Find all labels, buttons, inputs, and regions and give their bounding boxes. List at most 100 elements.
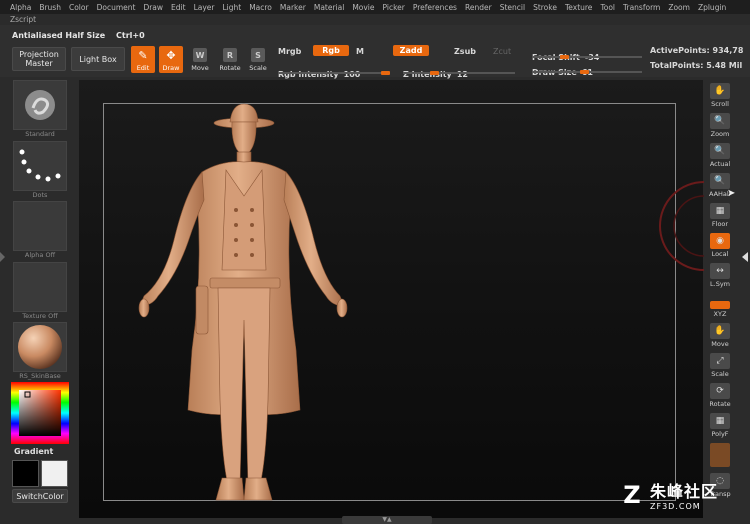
move-button[interactable]: W Move <box>188 46 212 73</box>
blank-button[interactable] <box>706 440 734 468</box>
floor-button[interactable]: ▦ Floor <box>706 200 734 228</box>
draw-icon: ✥ <box>166 48 176 62</box>
rgb-intensity-knob[interactable] <box>381 71 390 75</box>
bottom-shelf-handle[interactable]: ▼▲ <box>342 516 432 524</box>
scale-button[interactable]: S Scale <box>246 46 270 73</box>
material-thumbnail[interactable] <box>13 322 67 372</box>
focal-shift-slider[interactable] <box>532 56 642 58</box>
draw-button[interactable]: ✥ Draw <box>159 46 183 73</box>
move-icon: W <box>193 48 207 62</box>
rotate-label: Rotate <box>219 64 241 72</box>
color-picker[interactable] <box>11 382 69 444</box>
gradient-toggle[interactable]: Gradient <box>14 447 53 456</box>
navigation-gizmo[interactable] <box>655 178 704 274</box>
draw-size-knob[interactable] <box>580 70 589 74</box>
zscript-menu[interactable]: Zscript <box>10 15 36 24</box>
primary-color-swatch[interactable] <box>12 460 39 487</box>
brush-name: Standard <box>25 130 55 138</box>
l-sym-icon: ↔ <box>710 263 730 279</box>
stroke-thumbnail[interactable] <box>13 141 67 191</box>
scale-icon: ⤢ <box>710 353 730 369</box>
menu-material[interactable]: Material <box>314 3 344 12</box>
menu-stencil[interactable]: Stencil <box>500 3 525 12</box>
secondary-color-swatch[interactable] <box>41 460 68 487</box>
menu-alpha[interactable]: Alpha <box>10 3 31 12</box>
zoom-icon: 🔍 <box>710 113 730 129</box>
menu-color[interactable]: Color <box>69 3 89 12</box>
menu-bar: Alpha Brush Color Document Draw Edit Layer Ligh… <box>0 0 750 14</box>
polyf-button[interactable]: ▦ PolyF <box>706 410 734 438</box>
rgb-intensity-slider[interactable] <box>278 72 390 74</box>
edit-button[interactable]: ✎ Edit <box>131 46 155 73</box>
zsub-button[interactable]: Zsub <box>454 47 476 56</box>
menu-draw[interactable]: Draw <box>143 3 163 12</box>
aahalf-icon: 🔍 <box>710 173 730 189</box>
texture-thumbnail[interactable] <box>13 262 67 312</box>
actual-icon: 🔍 <box>710 143 730 159</box>
zadd-button[interactable]: Zadd <box>393 45 429 56</box>
texture-name: Texture Off <box>22 312 58 320</box>
right-panel-collapse-icon[interactable] <box>742 252 748 262</box>
actual-button[interactable]: 🔍 Actual <box>706 140 734 168</box>
brush-thumbnail[interactable] <box>13 80 67 130</box>
menu-brush[interactable]: Brush <box>39 3 61 12</box>
watermark-chinese: 朱峰社区 <box>650 482 719 501</box>
stroke-name: Dots <box>32 191 48 199</box>
rotate-button[interactable]: R Rotate <box>218 46 242 73</box>
menu-zplugin[interactable]: Zplugin <box>698 3 726 12</box>
scale-label: Scale <box>711 370 729 378</box>
rotate-button[interactable]: ⟳ Rotate <box>706 380 734 408</box>
menu-light[interactable]: Light <box>222 3 241 12</box>
alpha-thumbnail[interactable] <box>13 201 67 251</box>
alpha-name: Alpha Off <box>24 251 56 259</box>
scale-label: Scale <box>249 64 267 72</box>
mouse-cursor-icon: ➤ <box>727 188 736 199</box>
menu-edit[interactable]: Edit <box>171 3 186 12</box>
z-intensity-knob[interactable] <box>430 71 439 75</box>
light-box-button[interactable]: Light Box <box>71 47 125 71</box>
switch-color-button[interactable]: SwitchColor <box>12 489 68 503</box>
edit-label: Edit <box>136 64 150 72</box>
menu-macro[interactable]: Macro <box>249 3 272 12</box>
xyz-label: XYZ <box>713 310 727 318</box>
menu-stroke[interactable]: Stroke <box>533 3 557 12</box>
m-button[interactable]: M <box>356 47 364 56</box>
rotate-label: Rotate <box>709 400 731 408</box>
z-intensity-slider[interactable] <box>403 72 515 74</box>
zoom-label: Zoom <box>710 130 730 138</box>
watermark-url: ZF3D.COM <box>650 502 701 511</box>
menu-transform[interactable]: Transform <box>623 3 660 12</box>
menu-preferences[interactable]: Preferences <box>413 3 457 12</box>
local-button[interactable]: ◉ Local <box>706 230 734 258</box>
menu-layer[interactable]: Layer <box>194 3 215 12</box>
menu-picker[interactable]: Picker <box>383 3 405 12</box>
rgb-button[interactable]: Rgb <box>313 45 349 56</box>
xyz-button[interactable]: XYZ <box>706 290 734 318</box>
projection-master-button[interactable]: Projection Master <box>12 47 66 71</box>
standard-brush-icon <box>25 90 55 120</box>
menu-movie[interactable]: Movie <box>352 3 374 12</box>
menu-render[interactable]: Render <box>465 3 492 12</box>
menu-document[interactable]: Document <box>97 3 136 12</box>
left-panel-collapse-icon[interactable] <box>0 252 5 262</box>
menu-tool[interactable]: Tool <box>600 3 615 12</box>
mrgb-button[interactable]: Mrgb <box>278 47 301 56</box>
polyf-icon: ▦ <box>710 413 730 429</box>
floor-icon: ▦ <box>710 203 730 219</box>
zcut-button[interactable]: Zcut <box>493 47 511 56</box>
zoom-button[interactable]: 🔍 Zoom <box>706 110 734 138</box>
rotate-icon: ⟳ <box>710 383 730 399</box>
draw-label: Draw <box>162 64 180 72</box>
move-button[interactable]: ✋ Move <box>706 320 734 348</box>
focal-shift-knob[interactable] <box>560 55 569 59</box>
antialiased-half-size-label[interactable]: Antialiased Half Size <box>12 31 105 40</box>
cowboy-model[interactable] <box>130 100 360 505</box>
scale-button[interactable]: ⤢ Scale <box>706 350 734 378</box>
menu-marker[interactable]: Marker <box>280 3 306 12</box>
scroll-button[interactable]: ✋ Scroll <box>706 80 734 108</box>
l-sym-button[interactable]: ↔ L.Sym <box>706 260 734 288</box>
move-label: Move <box>711 340 729 348</box>
menu-zoom[interactable]: Zoom <box>668 3 690 12</box>
l-sym-label: L.Sym <box>710 280 730 288</box>
menu-texture[interactable]: Texture <box>565 3 592 12</box>
